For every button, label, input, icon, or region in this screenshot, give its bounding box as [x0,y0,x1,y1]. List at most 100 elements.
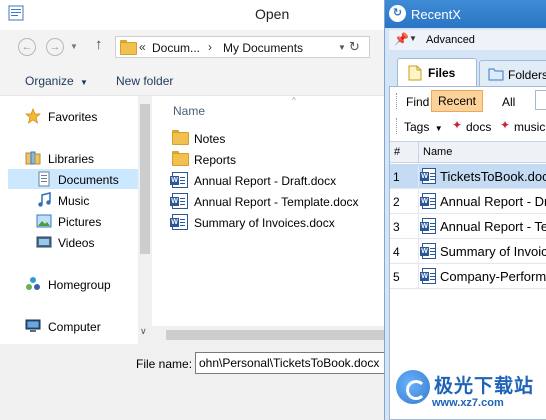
documents-library-icon [38,171,50,187]
table-row[interactable]: 1 TicketsToBook.docx [390,164,546,189]
column-header-name[interactable]: Name [423,146,452,158]
nav-pane-scrollbar[interactable]: ∨ [138,96,152,344]
tag-docs[interactable]: docs [466,120,491,134]
table-row[interactable]: 3 Annual Report - Te [390,214,546,239]
scrollbar-thumb[interactable] [140,104,150,254]
tag-icon: ✦ [452,118,463,132]
nav-item-videos[interactable]: Videos [8,232,138,252]
command-bar: Organize ▼ New folder [0,64,390,96]
watermark-logo-icon [396,370,430,404]
watermark-url: www.xz7.com [432,397,504,409]
recent-filter-button[interactable]: Recent [431,90,483,112]
advanced-bar[interactable]: 📌 ▼ Advanced [389,30,546,50]
column-divider [418,142,419,164]
row-number: 1 [393,170,400,184]
nav-label: Favorites [48,110,98,124]
new-folder-button[interactable]: New folder [116,74,173,88]
find-button[interactable]: Find [406,95,429,109]
tags-dropdown[interactable]: Tags ▼ [404,120,443,134]
file-row[interactable]: Annual Report - Template.docx [170,191,387,211]
libraries-icon [25,151,41,165]
word-doc-icon [170,193,188,209]
scroll-down-chevron-icon[interactable]: ∨ [140,326,147,337]
recentx-logo-icon: ↻ [389,5,406,22]
advanced-button[interactable]: Advanced [426,34,475,46]
nav-item-homegroup[interactable]: Homegroup [8,274,138,294]
nav-label: Libraries [48,152,95,166]
file-row[interactable]: Reports [172,149,387,169]
nav-item-favorites[interactable]: Favorites [8,106,138,126]
organize-button[interactable]: Organize ▼ [25,74,88,88]
file-name: Reports [194,153,237,167]
up-arrow-icon[interactable]: ↑ [95,36,103,53]
file-list-horizontal-scrollbar[interactable] [152,326,390,344]
table-row[interactable]: 2 Annual Report - Dr [390,189,546,214]
folder-icon [172,130,189,146]
breadcrumb-overflow[interactable]: « [139,40,146,54]
back-arrow-icon[interactable]: ← [18,38,36,56]
column-divider [418,239,419,264]
sort-ascending-icon: ^ [292,96,296,105]
column-header-num[interactable]: # [394,146,400,158]
forward-arrow-icon[interactable]: → [46,38,64,56]
dialog-title: Open [255,6,290,22]
nav-item-pictures[interactable]: Pictures [8,211,138,231]
all-filter-button[interactable]: All [502,95,515,109]
address-bar[interactable]: « Docum... › My Documents ▼ ↻ [115,36,370,58]
refresh-icon[interactable]: ↻ [349,39,360,55]
word-doc-icon [170,172,188,188]
file-icon [408,65,422,81]
navigation-pane: Favorites Libraries Documents Music Pict… [0,96,152,344]
chevron-down-icon: ▼ [434,124,443,133]
table-row[interactable]: 4 Summary of Invoic [390,239,546,264]
breadcrumb-my-documents[interactable]: My Documents [223,41,303,55]
file-row[interactable]: Annual Report - Draft.docx [170,170,387,190]
recentx-title: RecentX [411,7,461,22]
folder-icon [120,40,137,55]
tab-label: Files [428,66,456,80]
dialog-titlebar: Open [0,0,390,30]
tag-icon: ✦ [500,118,511,132]
recentx-panel: ↻ RecentX 📌 ▼ Advanced Files Folders Fin… [384,0,546,420]
breadcrumb-separator[interactable]: › [208,40,212,54]
search-input[interactable] [535,90,546,110]
nav-item-documents[interactable]: Documents [8,169,138,189]
tab-files[interactable]: Files [397,58,477,86]
music-icon [38,192,51,207]
word-doc-icon [420,243,436,259]
breadcrumb-documents[interactable]: Docum... [152,41,200,55]
file-row[interactable]: Notes [172,128,387,148]
tags-label: Tags [404,120,430,134]
file-name-input[interactable] [195,352,395,374]
file-name: Notes [194,132,226,146]
row-file-name: Summary of Invoic [440,244,546,259]
pin-icon[interactable]: 📌 [394,32,409,46]
file-name-label: File name: [136,357,193,371]
nav-label: Homegroup [48,278,111,292]
nav-label: Videos [58,236,95,250]
recentx-titlebar: ↻ RecentX [385,0,546,28]
file-row[interactable]: Summary of Invoices.docx [170,212,387,232]
videos-icon [36,236,52,248]
chevron-down-icon[interactable]: ▼ [409,34,417,43]
nav-label: Pictures [58,215,102,229]
column-header-name[interactable]: Name [173,104,205,118]
nav-item-music[interactable]: Music [8,190,138,210]
tag-music[interactable]: music [514,120,545,134]
row-file-name: Company-Performa [440,269,546,284]
file-name: Annual Report - Draft.docx [194,174,337,188]
tab-folders[interactable]: Folders [479,60,546,86]
table-row[interactable]: 5 Company-Performa [390,264,546,289]
nav-label: Documents [58,173,119,187]
recent-locations-chevron-icon[interactable]: ▼ [70,42,78,51]
dialog-bottom-bar: File name: [0,344,395,420]
scrollbar-thumb[interactable] [166,330,386,340]
file-name: Summary of Invoices.docx [194,216,335,230]
row-number: 5 [393,270,400,284]
tab-label: Folders [508,68,546,82]
nav-item-libraries[interactable]: Libraries [8,148,138,168]
address-dropdown-chevron-icon[interactable]: ▼ [338,43,346,52]
row-file-name: Annual Report - Dr [440,194,546,209]
file-list-pane: ^ Name Notes Reports Annual Report - Dra… [152,96,390,344]
nav-item-computer[interactable]: Computer [8,316,138,336]
